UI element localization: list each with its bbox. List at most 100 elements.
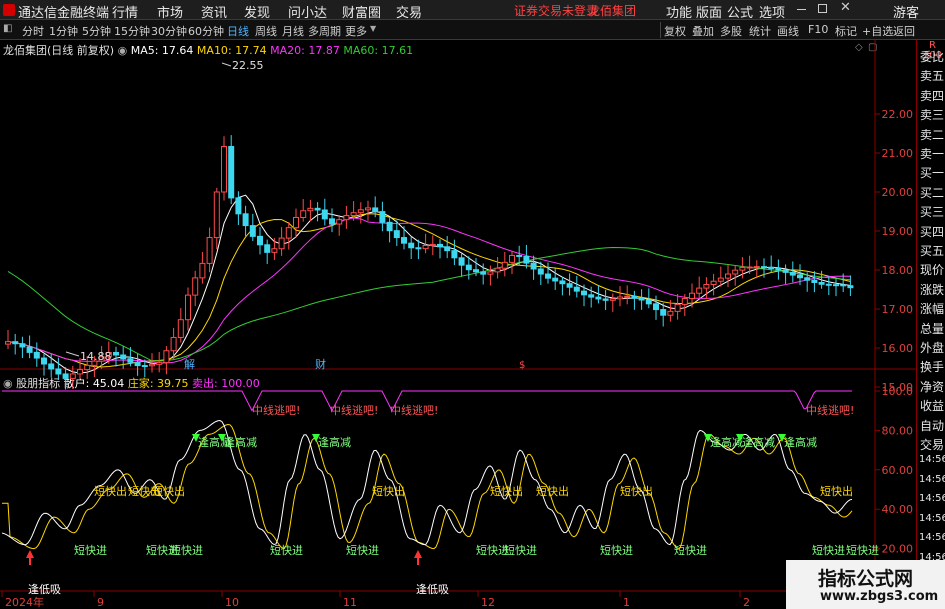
quote-field-label: 卖一 (920, 147, 945, 161)
period-tab-monthly[interactable]: 月线 (282, 23, 304, 39)
period-tab-daily[interactable]: 日线 (227, 23, 249, 39)
candle-body (653, 303, 659, 311)
period-tab-15min[interactable]: 15分钟 (114, 23, 150, 39)
candle-body (552, 277, 559, 282)
menu-market[interactable]: 市场 (157, 2, 183, 21)
menu-function[interactable]: 功能 (666, 2, 692, 21)
event-marker-unlock: 解 (184, 357, 195, 371)
x-tick-label: 2024年 (5, 595, 44, 609)
back-button[interactable]: 返回 (893, 23, 915, 39)
candle-body (41, 357, 47, 365)
candle-body (516, 254, 523, 257)
short-in-signal: 短快进 (74, 543, 107, 557)
overlay-button[interactable]: 叠加 (692, 23, 714, 39)
window-close-icon[interactable]: ✕ (840, 0, 851, 15)
add-watchlist-button[interactable]: +自选 (862, 23, 893, 39)
ind-tick-label: 60.00 (882, 464, 914, 477)
y-tick-label: 18.00 (882, 264, 914, 277)
ma20-line (7, 217, 851, 364)
candle-body (523, 255, 530, 264)
quote-field-label: 收益 (920, 399, 945, 414)
low-buy-signal: 逢低吸 (28, 583, 61, 596)
candle-body (386, 221, 393, 232)
quote-field-label: 现价 (920, 263, 945, 278)
window-min-icon[interactable] (797, 9, 806, 10)
quote-field-label: 换手 (920, 360, 945, 375)
x-tick-label: 2 (743, 596, 750, 609)
period-tab-more[interactable]: 更多 (345, 23, 367, 39)
menu-discover[interactable]: 发现 (244, 2, 270, 21)
quote-field-label: 委比 (920, 50, 945, 64)
menu-ask[interactable]: 问小达 (288, 2, 327, 21)
candle-body (465, 264, 472, 271)
menu-formula[interactable]: 公式 (727, 2, 753, 21)
menu-layout[interactable]: 版面 (696, 2, 722, 21)
candle-body (509, 254, 515, 263)
ma60-line (7, 247, 851, 362)
f10-button[interactable]: F10 (808, 23, 828, 36)
candle-body (617, 296, 623, 300)
stock-name-link[interactable]: 龙佰集团 (588, 2, 636, 19)
ind-tick-label: 20.00 (882, 543, 914, 556)
candle-body (192, 277, 199, 296)
max-price-pointer (221, 62, 232, 67)
y-tick-label: 21.00 (882, 147, 914, 160)
candle-body (422, 244, 429, 250)
menu-quotes[interactable]: 行情 (112, 2, 138, 21)
quote-field-label: 买一 (920, 166, 945, 181)
trade-login-notice[interactable]: 证券交易未登录 (514, 2, 598, 19)
candle-body (221, 145, 227, 193)
min-price-pointer (65, 351, 80, 357)
candle-body (847, 285, 854, 289)
candle-body (314, 207, 321, 211)
short-in-signal: 短快进 (674, 543, 707, 557)
quote-field-label: 自动 (920, 418, 945, 433)
candle-body (365, 207, 371, 211)
collapse-icon[interactable]: ◧ (3, 23, 12, 34)
candle-body (84, 364, 91, 371)
chart-canvas[interactable]: 22.0021.0020.0019.0018.0017.0016.0015.00… (0, 40, 916, 609)
quote-field-label: 涨跌 (920, 282, 945, 297)
more-chevron-icon[interactable]: ▼ (370, 24, 376, 33)
multi-stock-button[interactable]: 多股 (720, 23, 742, 39)
low-buy-arrow-icon (414, 550, 422, 558)
mark-button[interactable]: 标记 (835, 23, 857, 39)
candle-body (674, 303, 681, 312)
period-tab-30min[interactable]: 30分钟 (151, 23, 187, 39)
sell-mid-signal: 中线逃吧! (806, 403, 854, 417)
adjust-button[interactable]: 复权 (664, 23, 686, 39)
draw-line-button[interactable]: 画线 (777, 23, 799, 39)
candle-body (228, 145, 235, 199)
min-price-label: 14.88 (80, 350, 112, 363)
candle-body (660, 309, 667, 316)
quote-field-label: 卖二 (920, 127, 945, 142)
menu-wealth[interactable]: 财富圈 (342, 2, 381, 21)
candle-body (408, 242, 415, 249)
period-tab-multi[interactable]: 多周期 (308, 23, 341, 39)
menu-options[interactable]: 选项 (759, 2, 785, 21)
candle-body (581, 290, 587, 296)
tick-time: 14:56 (919, 454, 945, 465)
window-max-icon[interactable] (818, 4, 827, 13)
candle-body (501, 261, 508, 269)
period-toolbar: ◧ 分时 1分钟 5分钟 15分钟 30分钟 60分钟 日线 周线 月线 多周期… (0, 20, 945, 40)
candle-body (199, 262, 206, 279)
candle-body (271, 248, 278, 253)
period-tab-1min[interactable]: 1分钟 (49, 23, 78, 39)
period-tab-weekly[interactable]: 周线 (255, 23, 277, 39)
quote-field-label: 外盘 (920, 341, 945, 355)
period-tab-intraday[interactable]: 分时 (22, 23, 44, 39)
menu-trade[interactable]: 交易 (396, 2, 422, 21)
quote-field-label: 交易 (920, 438, 945, 452)
guest-user[interactable]: 游客 (893, 2, 919, 21)
candle-body (573, 286, 580, 292)
period-tab-5min[interactable]: 5分钟 (82, 23, 111, 39)
stats-button[interactable]: 统计 (749, 23, 771, 39)
short-out-signal: 短快出 (536, 484, 569, 498)
high-reduce-signal: 逢高减 (224, 435, 257, 449)
period-tab-60min[interactable]: 60分钟 (188, 23, 224, 39)
quote-panel: R 300 委比 卖五 卖四 卖三 卖二 卖一 买一 买二 买三 买四 买五 现价 涨跌 涨幅 总量 外盘 换手… (916, 40, 945, 609)
short-in-signal: 短快进 (170, 543, 203, 557)
candle-body (602, 298, 609, 301)
menu-news[interactable]: 资讯 (201, 2, 227, 21)
